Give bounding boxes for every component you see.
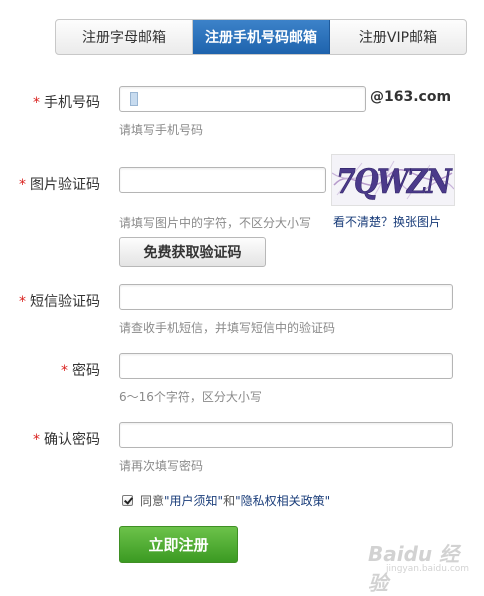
tab-letter-mailbox[interactable]: 注册字母邮箱 xyxy=(56,20,193,54)
phone-hint: 请填写手机号码 xyxy=(119,123,204,137)
confirm-password-input[interactable] xyxy=(119,422,453,448)
captcha-label-text: 图片验证码 xyxy=(30,177,100,193)
confirm-password-hint: 请再次填写密码 xyxy=(119,459,204,473)
sms-hint: 请查收手机短信，并填写短信中的验证码 xyxy=(119,321,336,335)
confirm-password-label: * 确认密码 xyxy=(16,429,100,449)
sms-label-text: 短信验证码 xyxy=(30,294,100,310)
sms-code-input[interactable] xyxy=(119,284,453,310)
agreement-conjunction: 和 xyxy=(223,494,236,508)
phone-label-text: 手机号码 xyxy=(44,95,100,111)
register-now-button[interactable]: 立即注册 xyxy=(119,526,238,563)
required-mark: * xyxy=(33,432,40,448)
password-label: * 密码 xyxy=(44,360,100,380)
captcha-label: * 图片验证码 xyxy=(16,174,100,194)
captcha-hint: 请填写图片中的字符，不区分大小写 xyxy=(119,216,312,230)
baidu-jingyan-watermark: Baidu 经验 jingyan.baidu.com xyxy=(368,538,478,595)
captcha-refresh-text[interactable]: 看不清楚？换张图片 xyxy=(333,215,441,229)
captcha-input[interactable] xyxy=(119,167,326,193)
required-mark: * xyxy=(33,95,40,111)
agreement-row: 同意 "用户须知" 和 "隐私权相关政策" xyxy=(122,492,330,509)
phone-label: * 手机号码 xyxy=(30,92,100,112)
user-notice-link[interactable]: "用户须知" xyxy=(164,492,223,509)
privacy-policy-link[interactable]: "隐私权相关政策" xyxy=(235,492,330,509)
watermark-url: jingyan.baidu.com xyxy=(386,564,470,574)
captcha-graphic: 7QWZN xyxy=(332,160,454,202)
password-label-text: 密码 xyxy=(72,363,100,379)
text-cursor xyxy=(130,92,138,106)
get-sms-code-button[interactable]: 免费获取验证码 xyxy=(119,237,266,267)
agreement-prefix: 同意 xyxy=(140,494,165,508)
required-mark: * xyxy=(61,363,68,379)
captcha-image[interactable]: 7QWZN xyxy=(331,154,455,206)
password-hint: 6～16个字符，区分大小写 xyxy=(119,390,262,404)
tab-phone-mailbox[interactable]: 注册手机号码邮箱 xyxy=(193,20,330,54)
required-mark: * xyxy=(19,294,26,310)
register-tabs: 注册字母邮箱 注册手机号码邮箱 注册VIP邮箱 xyxy=(55,19,467,55)
required-mark: * xyxy=(19,177,26,193)
sms-label: * 短信验证码 xyxy=(16,291,100,311)
captcha-text: 7QWZN xyxy=(336,162,453,202)
tab-vip-mailbox[interactable]: 注册VIP邮箱 xyxy=(330,20,466,54)
phone-input[interactable] xyxy=(119,86,366,112)
phone-domain-suffix: @163.com xyxy=(370,89,452,105)
agreement-checkbox[interactable] xyxy=(122,495,133,506)
captcha-refresh-link[interactable]: 看不清楚？换张图片 xyxy=(333,213,441,230)
confirm-password-label-text: 确认密码 xyxy=(44,432,100,448)
password-input[interactable] xyxy=(119,353,453,379)
